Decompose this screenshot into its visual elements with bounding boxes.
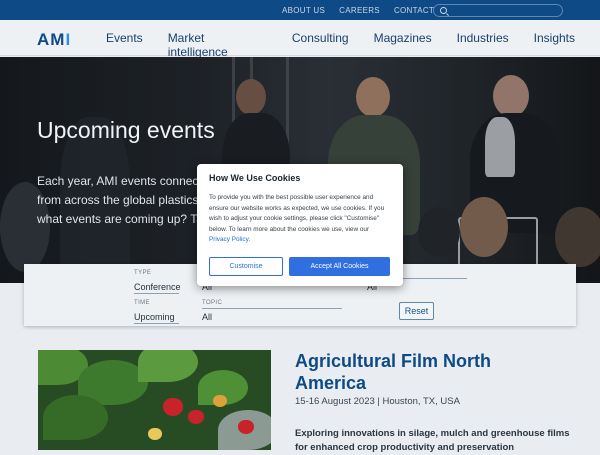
cookie-period: . [248,236,251,244]
search-icon [440,7,447,14]
cookie-body-text: To provide you with the best possible us… [209,194,385,233]
type-filter-underline [134,293,179,294]
strawberry [213,395,227,407]
nav-item-events[interactable]: Events [106,31,143,65]
nav-menu: Events Market intelligence Consulting Ma… [106,31,600,65]
cookie-consent-dialog: How We Use Cookies To provide you with t… [197,164,403,286]
strawberry [163,398,183,416]
ami-logo[interactable]: AMI [37,30,71,50]
topic-filter-select[interactable]: All [202,312,212,322]
privacy-policy-link[interactable]: Privacy Policy [209,236,248,243]
about-us-link[interactable]: ABOUT US [282,6,325,15]
event-title[interactable]: Agricultural Film North America [295,350,555,394]
event-description: Exploring innovations in silage, mulch a… [295,428,570,453]
time-filter-label: TIME [134,300,150,306]
type-filter-label: TYPE [134,270,152,276]
event-listing: Agricultural Film North America 15-16 Au… [0,330,600,453]
reset-button[interactable]: Reset [399,302,434,320]
page-title: Upcoming events [37,117,215,143]
event-date-location: 15-16 August 2023 | Houston, TX, USA [295,396,460,407]
time-filter-underline [134,323,179,324]
event-image[interactable] [38,350,271,450]
careers-link[interactable]: CAREERS [339,6,380,15]
time-filter-select[interactable]: Upcoming [134,312,175,322]
topic-filter-underline [202,308,342,309]
site-search[interactable] [433,4,563,17]
nav-item-insights[interactable]: Insights [534,31,575,59]
nav-item-magazines[interactable]: Magazines [374,31,432,59]
topic-filter-label: TOPIC [202,300,223,306]
nav-item-consulting[interactable]: Consulting [292,31,349,59]
type-filter-select[interactable]: Conference [134,282,181,292]
leaf-shape [43,395,108,440]
logo-text-accent: I [65,30,72,49]
strawberry [238,420,254,434]
nav-item-market-intelligence[interactable]: Market intelligence [168,31,267,59]
top-utility-bar: ABOUT US CAREERS CONTACT US [0,0,600,20]
accept-all-cookies-button[interactable]: Accept All Cookies [289,257,390,276]
utility-links: ABOUT US CAREERS CONTACT US [282,6,448,15]
cookie-dialog-title: How We Use Cookies [209,173,301,183]
strawberry [188,410,204,424]
customise-button[interactable]: Customise [209,257,283,276]
search-input[interactable] [450,6,558,16]
leaf-shape [138,350,198,382]
nav-item-industries[interactable]: Industries [457,31,509,59]
cookie-dialog-text: To provide you with the best possible us… [209,193,391,246]
strawberry [148,428,162,440]
logo-text: AM [37,30,66,49]
main-navigation: AMI Events Market intelligence Consultin… [0,20,600,65]
